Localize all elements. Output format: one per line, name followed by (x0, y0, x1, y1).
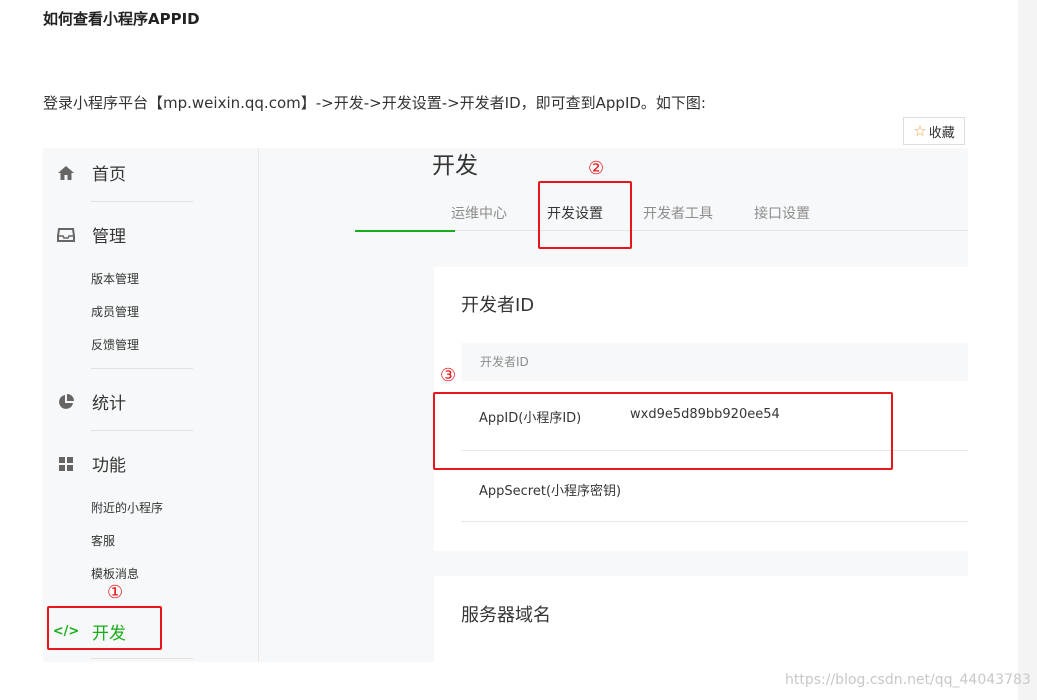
grid-icon (56, 454, 76, 474)
tab-api-settings[interactable]: 接口设置 (754, 203, 810, 223)
divider (91, 368, 193, 369)
sidebar: 首页 管理 版本管理 成员管理 反馈管理 统计 功能 附近的小程序 客服 模板消… (43, 148, 259, 662)
table-header: 开发者ID (461, 343, 968, 381)
sidebar-item-features[interactable]: 功能 (56, 451, 126, 476)
pie-chart-icon (56, 392, 76, 412)
sidebar-subitem-nearby[interactable]: 附近的小程序 (91, 499, 163, 516)
divider (91, 430, 193, 431)
section-title: 服务器域名 (461, 605, 551, 626)
annotation-marker-3: ③ (440, 365, 457, 386)
sidebar-item-stats[interactable]: 统计 (56, 389, 126, 414)
sidebar-item-manage[interactable]: 管理 (56, 222, 126, 247)
tab-bar: 运维中心 开发设置 开发者工具 接口设置 (434, 196, 968, 231)
annotation-marker-1: ① (107, 582, 124, 603)
tab-dev-tools[interactable]: 开发者工具 (643, 203, 713, 223)
sidebar-subitem-service[interactable]: 客服 (91, 532, 115, 549)
annotation-marker-2: ② (588, 158, 605, 179)
sidebar-item-label: 统计 (92, 394, 126, 414)
sidebar-item-label: 首页 (92, 165, 126, 185)
table-header-label: 开发者ID (480, 355, 529, 369)
article-heading: 如何查看小程序APPID (43, 10, 200, 28)
section-title: 开发者ID (461, 295, 535, 316)
sidebar-subitem-members[interactable]: 成员管理 (91, 303, 139, 320)
sidebar-subitem-feedback[interactable]: 反馈管理 (91, 336, 139, 353)
collect-button[interactable]: ☆ 收藏 (903, 117, 965, 145)
divider (91, 201, 193, 202)
article-intro: 登录小程序平台【mp.weixin.qq.com】->开发->开发设置->开发者… (43, 94, 706, 112)
sidebar-subitem-version[interactable]: 版本管理 (91, 270, 139, 287)
annotation-box-appid (433, 392, 893, 470)
right-gutter (1018, 0, 1037, 700)
appsecret-label: AppSecret(小程序密钥) (479, 484, 622, 499)
tab-ops[interactable]: 运维中心 (451, 203, 507, 223)
inbox-icon (56, 225, 76, 245)
sidebar-item-label: 管理 (92, 227, 126, 247)
collect-label: 收藏 (928, 125, 955, 141)
active-tab-indicator (355, 230, 455, 232)
sidebar-item-home[interactable]: 首页 (56, 160, 126, 185)
home-icon (56, 163, 76, 183)
annotation-box-dev (47, 606, 162, 650)
divider (91, 658, 193, 659)
row-divider (461, 521, 968, 522)
page-title: 开发 (432, 153, 478, 179)
star-icon: ☆ (913, 122, 927, 140)
server-domain-card: 服务器域名 (434, 576, 968, 662)
annotation-box-dev-settings (538, 181, 632, 249)
watermark: https://blog.csdn.net/qq_44043783 (785, 672, 1031, 688)
sidebar-subitem-template[interactable]: 模板消息 (91, 565, 139, 582)
sidebar-item-label: 功能 (92, 456, 126, 476)
